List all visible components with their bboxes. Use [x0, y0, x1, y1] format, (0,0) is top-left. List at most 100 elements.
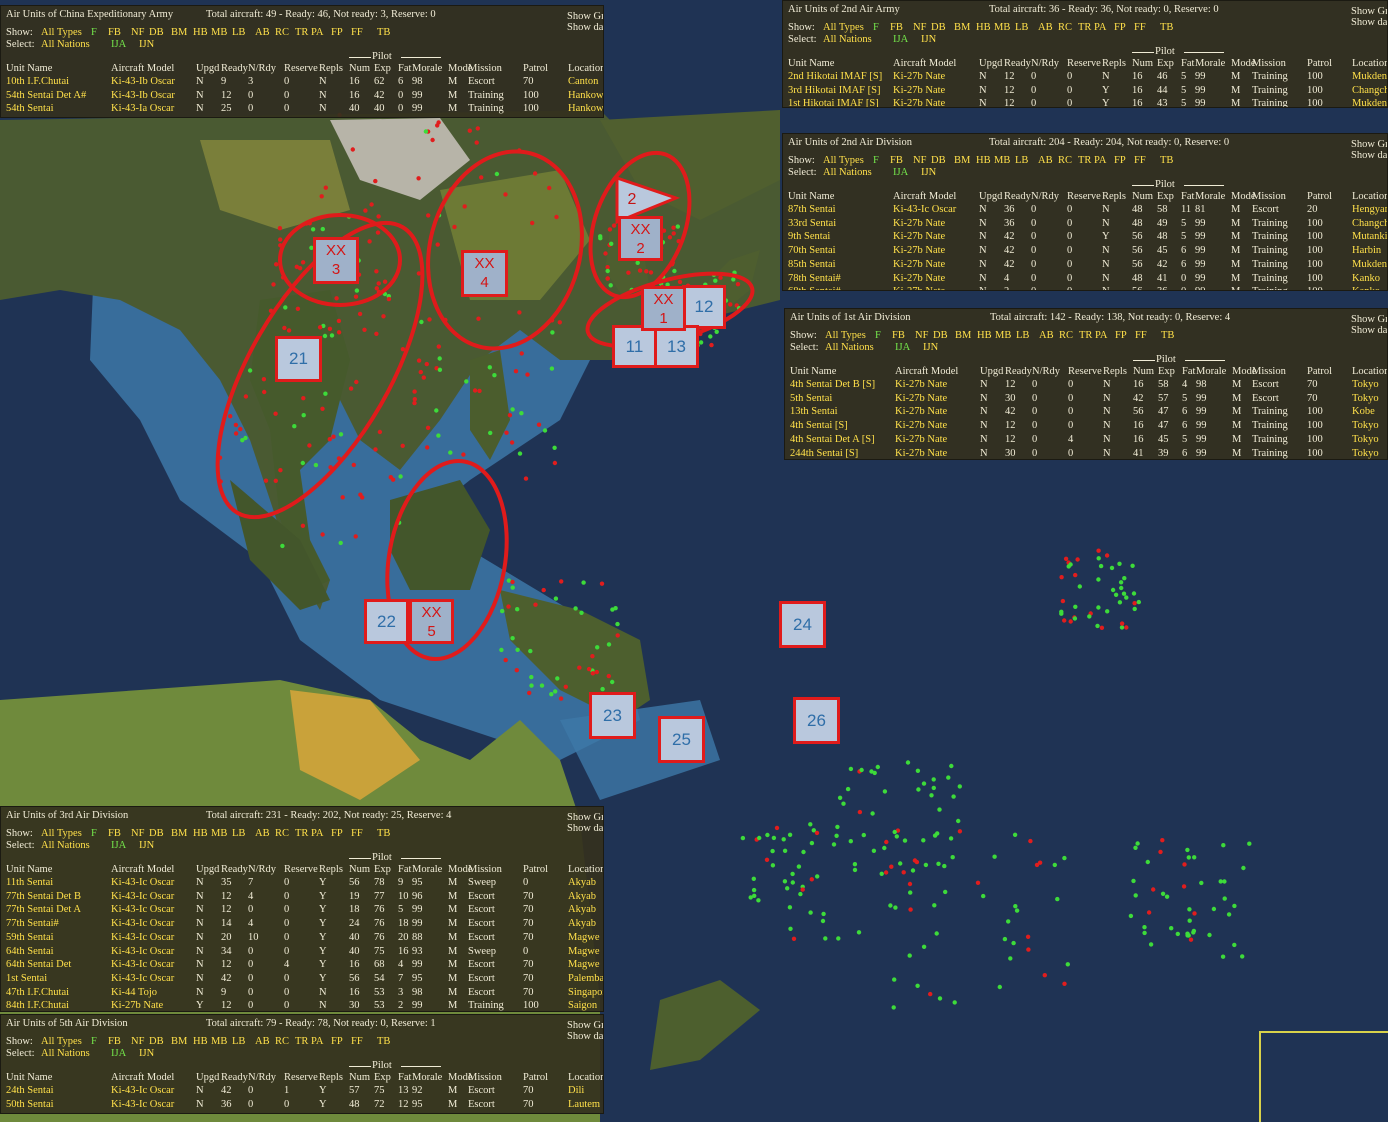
col-header-fat[interactable]: Fat	[398, 62, 411, 75]
location-link[interactable]: Tokyo	[1352, 447, 1379, 459]
filter-type-pa[interactable]: PA	[311, 26, 323, 39]
filter-type-hb[interactable]: HB	[977, 329, 992, 342]
col-header-unit-name[interactable]: Unit Name	[788, 190, 834, 203]
location-link[interactable]: Dili	[568, 1084, 584, 1097]
unit-name-link[interactable]: 10th I.F.Chutai	[6, 75, 69, 88]
filter-type-hb[interactable]: HB	[193, 26, 208, 39]
location-link[interactable]: Mutankiang	[1352, 230, 1387, 243]
aircraft-model-link[interactable]: Ki-43-Ic Oscar	[893, 203, 956, 216]
col-header-ready[interactable]: Ready	[221, 1071, 248, 1084]
unit-name-link[interactable]: 33rd Sentai	[788, 217, 836, 230]
show-day-toggle[interactable]: Show day	[567, 822, 603, 835]
table-cell[interactable]: Escort	[468, 986, 495, 999]
filter-type-pa[interactable]: PA	[1094, 21, 1106, 34]
col-header-morale[interactable]: Morale	[412, 1071, 442, 1084]
aircraft-model-link[interactable]: Ki-27b Nate	[893, 244, 945, 257]
aircraft-model-link[interactable]: Ki-43-Ic Oscar	[111, 972, 174, 985]
col-header-upgd[interactable]: Upgd	[196, 62, 219, 75]
filter-type-f[interactable]: F	[873, 154, 879, 167]
aircraft-model-link[interactable]: Ki-27b Nate	[895, 419, 947, 432]
aircraft-model-link[interactable]: Ki-27b Nate	[895, 392, 947, 405]
location-link[interactable]: Kanko	[1352, 285, 1380, 290]
show-day-toggle[interactable]: Show da	[567, 21, 603, 34]
col-header-upgd[interactable]: Upgd	[979, 190, 1002, 203]
select-all-nations[interactable]: All Nations	[823, 166, 872, 179]
location-link[interactable]: Akyab	[568, 903, 596, 916]
filter-type-tb[interactable]: TB	[1160, 21, 1173, 34]
filter-type-f[interactable]: F	[91, 26, 97, 39]
filter-type-bm[interactable]: BM	[171, 1035, 187, 1048]
filter-type-fp[interactable]: FP	[1115, 329, 1127, 342]
col-header-repls[interactable]: Repls	[1102, 57, 1126, 70]
filter-type-fp[interactable]: FP	[331, 1035, 343, 1048]
aircraft-model-link[interactable]: Ki-27b Nate	[893, 258, 945, 271]
location-link[interactable]: Lautem	[568, 1098, 600, 1111]
filter-type-tr[interactable]: TR	[1079, 329, 1092, 342]
marker-24[interactable]: 24	[779, 601, 826, 648]
select-all-nations[interactable]: All Nations	[823, 33, 872, 46]
filter-type-ab[interactable]: AB	[1038, 154, 1053, 167]
location-link[interactable]: Hankow	[568, 89, 603, 102]
select-all-nations[interactable]: All Nations	[825, 341, 874, 354]
aircraft-model-link[interactable]: Ki-43-Ic Oscar	[111, 958, 174, 971]
col-header-mission[interactable]: Mission	[1252, 365, 1286, 378]
division-marker-5[interactable]: XX 5	[409, 599, 454, 644]
unit-name-link[interactable]: 9th Sentai	[788, 230, 830, 243]
col-header-patrol[interactable]: Patrol	[523, 1071, 548, 1084]
unit-name-link[interactable]: 4th Sentai [S]	[790, 419, 848, 432]
col-header-unit-name[interactable]: Unit Name	[6, 62, 52, 75]
select-ija[interactable]: IJA	[111, 38, 126, 51]
filter-type-ff[interactable]: FF	[1135, 329, 1147, 342]
col-header-patrol[interactable]: Patrol	[1307, 190, 1332, 203]
col-header-mission[interactable]: Mission	[468, 863, 502, 876]
col-header-ready[interactable]: Ready	[1005, 365, 1032, 378]
select-ija[interactable]: IJA	[111, 1047, 126, 1060]
col-header-upgd[interactable]: Upgd	[196, 863, 219, 876]
select-ija[interactable]: IJA	[893, 166, 908, 179]
location-link[interactable]: Tokyo	[1352, 433, 1379, 446]
col-header-exp[interactable]: Exp	[1157, 57, 1174, 70]
filter-type-ab[interactable]: AB	[255, 26, 270, 39]
col-header-repls[interactable]: Repls	[1102, 190, 1126, 203]
location-link[interactable]: Canton	[568, 75, 598, 88]
col-header-n-rdy[interactable]: N/Rdy	[248, 62, 276, 75]
location-link[interactable]: Tokyo	[1352, 392, 1379, 405]
show-day-toggle[interactable]: Show day	[1351, 324, 1387, 337]
filter-type-tr[interactable]: TR	[295, 1035, 308, 1048]
filter-type-ab[interactable]: AB	[1039, 329, 1054, 342]
filter-type-mb[interactable]: MB	[995, 329, 1011, 342]
unit-name-link[interactable]: 84th I.F.Chutai	[6, 999, 69, 1011]
unit-name-link[interactable]: 3rd Hikotai IMAF [S]	[788, 84, 880, 97]
filter-type-fp[interactable]: FP	[331, 827, 343, 840]
table-cell[interactable]: Training	[1252, 447, 1288, 459]
filter-type-lb[interactable]: LB	[232, 1035, 245, 1048]
table-cell[interactable]: Training	[1252, 272, 1288, 285]
col-header-exp[interactable]: Exp	[1157, 190, 1174, 203]
col-header-mission[interactable]: Mission	[468, 62, 502, 75]
select-ija[interactable]: IJA	[893, 33, 908, 46]
marker-21[interactable]: 21	[275, 336, 322, 382]
filter-type-pa[interactable]: PA	[1095, 329, 1107, 342]
col-header-mission[interactable]: Mission	[468, 1071, 502, 1084]
unit-name-link[interactable]: 13th Sentai	[790, 405, 838, 418]
filter-type-ff[interactable]: FF	[1134, 154, 1146, 167]
filter-type-tb[interactable]: TB	[377, 26, 390, 39]
filter-type-fp[interactable]: FP	[331, 26, 343, 39]
col-header-upgd[interactable]: Upgd	[979, 57, 1002, 70]
filter-type-rc[interactable]: RC	[275, 1035, 289, 1048]
unit-name-link[interactable]: 24th Sentai	[6, 1084, 54, 1097]
unit-name-link[interactable]: 2nd Hikotai IMAF [S]	[788, 70, 882, 83]
filter-type-fp[interactable]: FP	[1114, 21, 1126, 34]
table-cell[interactable]: Training	[468, 89, 504, 102]
table-cell[interactable]: Training	[468, 102, 504, 115]
col-header-morale[interactable]: Morale	[412, 863, 442, 876]
col-header-repls[interactable]: Repls	[1103, 365, 1127, 378]
location-link[interactable]: Hankow	[568, 102, 603, 115]
unit-name-link[interactable]: 87th Sentai	[788, 203, 836, 216]
filter-type-ab[interactable]: AB	[255, 1035, 270, 1048]
table-cell[interactable]: Escort	[1252, 203, 1279, 216]
col-header-reserve[interactable]: Reserve	[284, 62, 318, 75]
aircraft-model-link[interactable]: Ki-27b Nate	[895, 405, 947, 418]
filter-type-tb[interactable]: TB	[377, 827, 390, 840]
col-header-repls[interactable]: Repls	[319, 863, 343, 876]
